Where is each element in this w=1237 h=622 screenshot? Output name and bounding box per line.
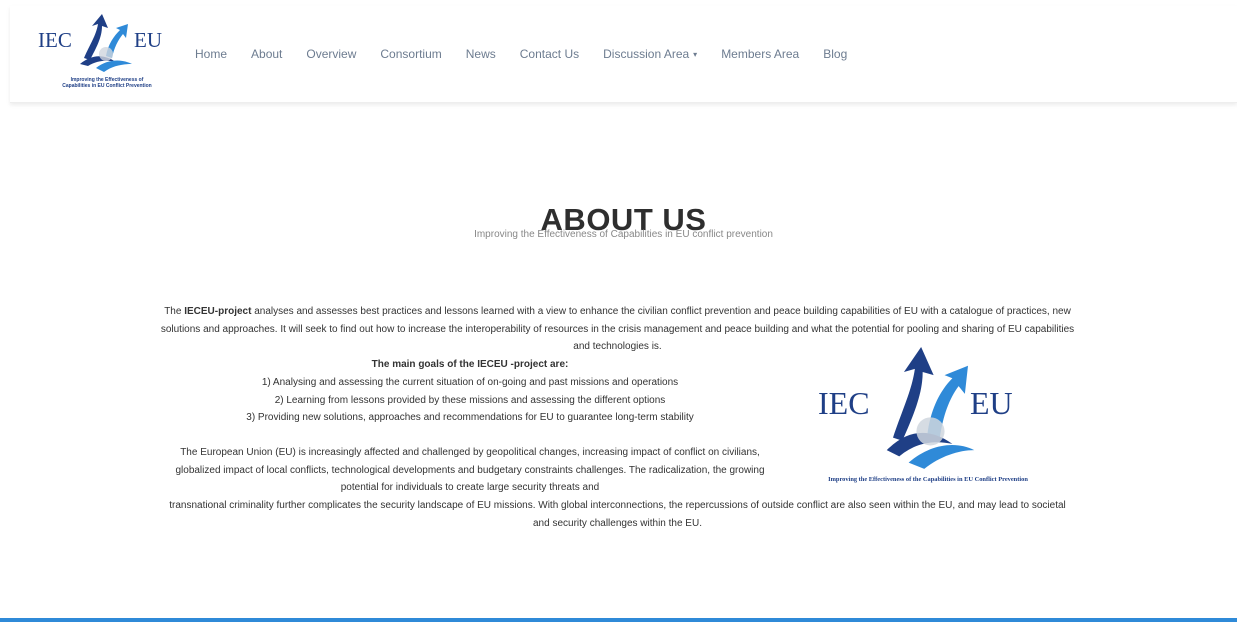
nav-discussion-area[interactable]: Discussion Area ▾	[603, 47, 697, 61]
goal-item: 1) Analysing and assessing the current s…	[261, 376, 679, 388]
nav-contact-us[interactable]: Contact Us	[520, 47, 579, 61]
intro-prefix: The	[164, 306, 185, 317]
logo-tagline: Improving the Effectiveness of Capabilit…	[32, 77, 182, 89]
nav-home[interactable]: Home	[195, 47, 227, 61]
big-logo-text-left: IEC	[818, 385, 870, 421]
site-header: IEC EU Improving the Effectiveness of Ca…	[10, 6, 1237, 103]
intro-text: analyses and assesses best practices and…	[160, 306, 1075, 353]
big-logo-tagline: Improving the Effectiveness of the Capab…	[828, 476, 1028, 483]
footer-accent-line	[0, 618, 1237, 622]
nav-blog[interactable]: Blog	[823, 47, 847, 61]
logo-text-left: IEC	[38, 28, 72, 52]
logo-tagline-line2: Capabilities in EU Conflict Prevention	[62, 83, 152, 89]
page-subtitle: Improving the Effectiveness of Capabilit…	[474, 229, 773, 240]
logo-arrows-icon	[886, 347, 975, 469]
nav-overview[interactable]: Overview	[306, 47, 356, 61]
logo-text-right: EU	[134, 28, 162, 52]
goal-item: 2) Learning from lessons provided by the…	[274, 394, 666, 406]
chevron-down-icon: ▾	[693, 49, 698, 59]
project-name: IECEU-project	[184, 306, 252, 317]
big-logo-text-right: EU	[970, 385, 1013, 421]
context-paragraph-part1: The European Union (EU) is increasingly …	[175, 446, 765, 494]
site-logo[interactable]: IEC EU Improving the Effectiveness of Ca…	[32, 14, 182, 94]
nav-news[interactable]: News	[466, 47, 496, 61]
project-logo-image: IEC EU Improving the Effectiveness of th…	[803, 347, 1053, 492]
nav-about[interactable]: About	[251, 47, 282, 61]
context-paragraph-part2: transnational criminality further compli…	[169, 500, 1066, 529]
logo-arrows-icon	[80, 14, 132, 72]
goals-list: The main goals of the IECEU -project are…	[160, 356, 780, 427]
nav-members-area[interactable]: Members Area	[721, 47, 799, 61]
goal-item: 3) Providing new solutions, approaches a…	[246, 412, 694, 424]
main-nav: Home About Overview Consortium News Cont…	[195, 6, 871, 102]
nav-consortium[interactable]: Consortium	[380, 47, 441, 61]
nav-discussion-area-label: Discussion Area	[603, 47, 690, 61]
goals-title: The main goals of the IECEU -project are…	[371, 359, 569, 371]
